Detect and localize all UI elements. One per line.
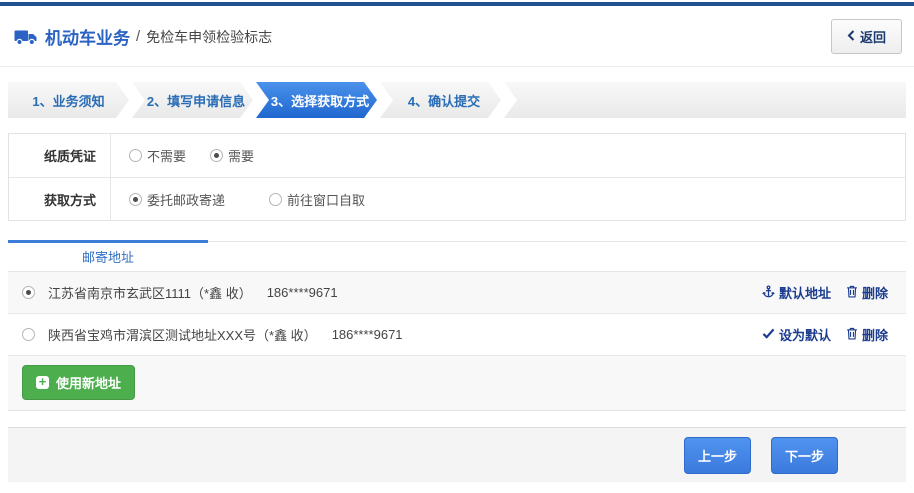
step-bar-filler: [504, 82, 906, 118]
step-tab-2[interactable]: 2、填写申请信息: [132, 82, 253, 118]
footer-action-bar: 上一步 下一步: [8, 427, 906, 482]
radio-not-needed[interactable]: [129, 149, 142, 162]
breadcrumb: 机动车业务 / 免检车申领检验标志: [14, 24, 831, 49]
next-step-button[interactable]: 下一步: [771, 437, 838, 474]
plus-icon: +: [36, 376, 49, 389]
address-tab-row: 邮寄地址: [8, 241, 906, 272]
page-title[interactable]: 机动车业务: [45, 24, 130, 49]
form-label-paper-certificate: 纸质凭证: [9, 134, 111, 177]
options-form: 纸质凭证 不需要 需要 获取方式 委托邮政寄递 前往窗口自取: [8, 133, 906, 221]
back-button-label: 返回: [860, 27, 886, 46]
address-row-2: 陕西省宝鸡市渭滨区测试地址XXX号（*鑫 收） 186****9671 设为默认…: [8, 314, 906, 356]
radio-address-1[interactable]: [22, 286, 35, 299]
radio-not-needed-label: 不需要: [147, 146, 186, 165]
address-2-phone: 186****9671: [332, 327, 403, 342]
address-2-actions: 设为默认 删除: [762, 325, 888, 344]
step-tab-4-label: 4、确认提交: [408, 91, 480, 110]
truck-icon: [14, 28, 38, 46]
form-label-delivery-method: 获取方式: [9, 178, 111, 220]
trash-icon: [846, 285, 858, 301]
step-tab-2-label: 2、填写申请信息: [147, 91, 245, 110]
breadcrumb-separator: /: [136, 28, 140, 45]
delete-address-2-link[interactable]: 删除: [846, 325, 888, 344]
radio-needed-label: 需要: [228, 146, 254, 165]
radio-option-not-needed[interactable]: 不需要: [129, 146, 186, 165]
address-1-phone: 186****9671: [267, 285, 338, 300]
radio-option-postal-delivery[interactable]: 委托邮政寄递: [129, 190, 225, 209]
anchor-icon: [762, 285, 775, 301]
radio-postal-delivery[interactable]: [129, 193, 142, 206]
step-tab-1-label: 1、业务须知: [32, 91, 104, 110]
back-button[interactable]: 返回: [831, 19, 902, 54]
step-tab-1[interactable]: 1、业务须知: [8, 82, 129, 118]
address-tab-accent-bar: [8, 240, 208, 243]
set-default-label: 设为默认: [779, 325, 831, 344]
tab-mailing-address[interactable]: 邮寄地址: [8, 247, 208, 266]
delete-address-1-link[interactable]: 删除: [846, 283, 888, 302]
form-row-delivery-method: 获取方式 委托邮政寄递 前往窗口自取: [9, 177, 905, 220]
address-row-1: 江苏省南京市玄武区1111（*鑫 收） 186****9671 默认地址: [8, 272, 906, 314]
new-address-row: + 使用新地址: [8, 356, 906, 411]
check-icon: [762, 327, 775, 342]
prev-step-button[interactable]: 上一步: [684, 437, 751, 474]
set-default-link[interactable]: 设为默认: [762, 325, 831, 344]
paper-certificate-options: 不需要 需要: [111, 134, 254, 177]
default-address-link[interactable]: 默认地址: [762, 283, 831, 302]
page-header: 机动车业务 / 免检车申领检验标志 返回: [0, 6, 914, 67]
radio-window-pickup-label: 前往窗口自取: [287, 190, 365, 209]
radio-option-needed[interactable]: 需要: [210, 146, 254, 165]
mailing-address-section: 邮寄地址 江苏省南京市玄武区1111（*鑫 收） 186****9671 默认地…: [8, 241, 906, 411]
step-tab-3-label: 3、选择获取方式: [271, 91, 369, 110]
default-address-label: 默认地址: [779, 283, 831, 302]
delete-address-2-label: 删除: [862, 325, 888, 344]
address-1-text: 江苏省南京市玄武区1111（*鑫 收）: [48, 283, 252, 302]
radio-needed[interactable]: [210, 149, 223, 162]
use-new-address-label: 使用新地址: [56, 373, 121, 392]
radio-window-pickup[interactable]: [269, 193, 282, 206]
form-row-paper-certificate: 纸质凭证 不需要 需要: [9, 134, 905, 177]
address-2-text: 陕西省宝鸡市渭滨区测试地址XXX号（*鑫 收）: [48, 325, 317, 344]
radio-option-window-pickup[interactable]: 前往窗口自取: [269, 190, 365, 209]
delivery-method-options: 委托邮政寄递 前往窗口自取: [111, 178, 365, 220]
radio-postal-delivery-label: 委托邮政寄递: [147, 190, 225, 209]
step-tab-4[interactable]: 4、确认提交: [380, 82, 501, 118]
page-subtitle: 免检车申领检验标志: [146, 27, 272, 47]
back-chevron-icon: [847, 29, 855, 44]
step-tab-3-active[interactable]: 3、选择获取方式: [256, 82, 377, 118]
radio-address-2[interactable]: [22, 328, 35, 341]
step-progress-bar: 1、业务须知 2、填写申请信息 3、选择获取方式 4、确认提交: [8, 82, 906, 118]
delete-address-1-label: 删除: [862, 283, 888, 302]
use-new-address-button[interactable]: + 使用新地址: [22, 365, 135, 400]
address-1-actions: 默认地址 删除: [762, 283, 888, 302]
trash-icon: [846, 327, 858, 343]
